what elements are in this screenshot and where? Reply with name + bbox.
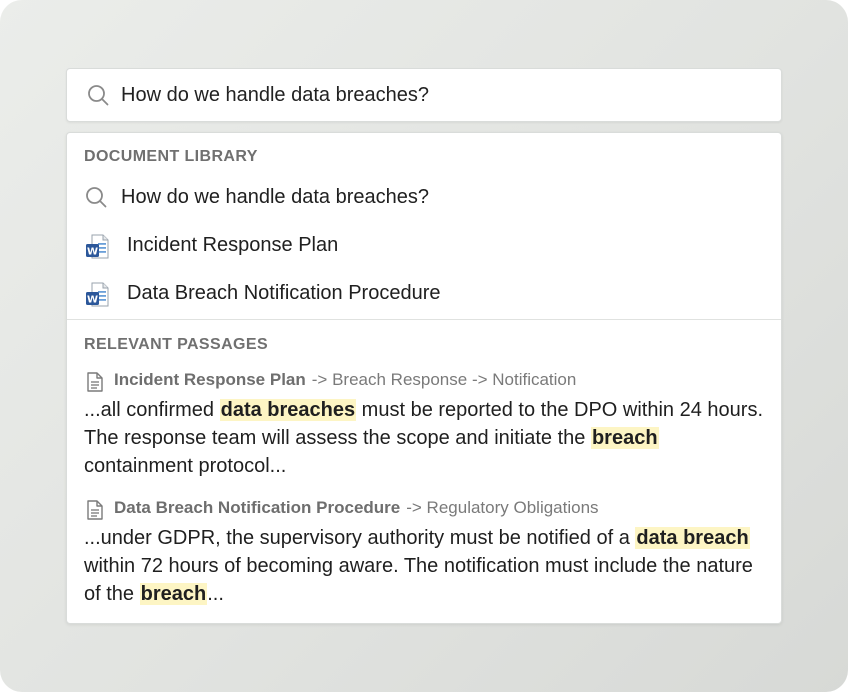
passage-result[interactable]: Data Breach Notification Procedure -> Reg…: [84, 497, 764, 608]
document-library-heading: DOCUMENT LIBRARY: [84, 148, 258, 165]
library-item-data-breach-notification-procedure[interactable]: W Data Breach Notification Procedure: [67, 273, 781, 313]
word-document-icon: W: [86, 282, 109, 307]
passage-source: Incident Response Plan -> Breach Response…: [84, 369, 764, 393]
search-input[interactable]: [121, 79, 761, 111]
app-frame: DOCUMENT LIBRARY How do we handle data b…: [0, 0, 848, 692]
library-item-label: Data Breach Notification Procedure: [127, 282, 441, 304]
library-item-label: Incident Response Plan: [127, 234, 339, 256]
document-icon: [87, 372, 103, 392]
highlight: data breaches: [219, 399, 357, 421]
passage-path: -> Regulatory Obligations: [406, 498, 599, 517]
passage-text: ...under GDPR, the supervisory authority…: [84, 527, 753, 605]
highlight: data breach: [635, 527, 750, 549]
passage-text: ...all confirmed data breaches must be r…: [84, 399, 763, 477]
svg-text:W: W: [87, 295, 98, 306]
passage-source: Data Breach Notification Procedure -> Reg…: [84, 497, 764, 521]
suggestion-label: How do we handle data breaches?: [121, 186, 429, 208]
section-divider: [67, 319, 781, 320]
search-bar[interactable]: [66, 68, 782, 122]
word-document-icon: W: [86, 234, 109, 259]
passage-document-name: Data Breach Notification Procedure: [114, 498, 401, 517]
highlight: breach: [590, 427, 659, 449]
suggestion-query[interactable]: How do we handle data breaches?: [67, 177, 781, 217]
search-suggestions-panel: DOCUMENT LIBRARY How do we handle data b…: [66, 132, 782, 624]
passage-result[interactable]: Incident Response Plan -> Breach Response…: [84, 369, 764, 480]
passage-document-name: Incident Response Plan: [114, 370, 306, 389]
document-icon: [87, 500, 103, 520]
library-item-incident-response-plan[interactable]: W Incident Response Plan: [67, 225, 781, 265]
search-icon: [88, 85, 109, 106]
relevant-passages-heading: RELEVANT PASSAGES: [84, 336, 269, 353]
svg-text:W: W: [87, 247, 98, 258]
search-icon: [86, 187, 107, 208]
highlight: breach: [139, 583, 208, 605]
passage-path: -> Breach Response -> Notification: [311, 370, 577, 389]
